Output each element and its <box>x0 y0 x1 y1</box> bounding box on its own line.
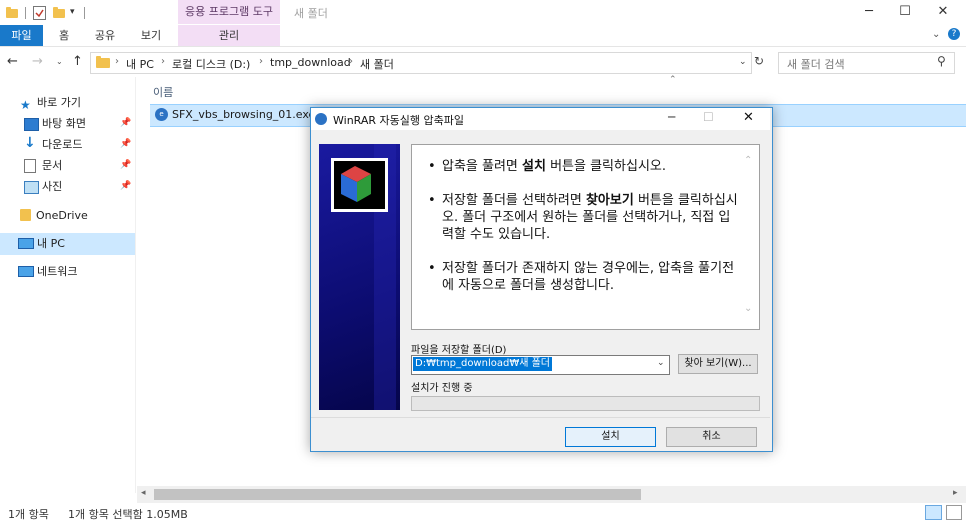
dialog-minimize-button[interactable]: ─ <box>668 110 675 124</box>
search-icon[interactable]: ⚲ <box>937 54 946 68</box>
nav-quick-access[interactable]: ★ 바로 가기 <box>0 92 135 113</box>
address-dropdown-icon[interactable]: ⌄ <box>739 57 747 67</box>
window-title: 새 폴더 <box>294 7 328 20</box>
destination-folder-label: 파일을 저장할 폴더(D) <box>411 345 507 356</box>
instruction-1: 압축을 풀려면 설치 버튼을 클릭하십시오. <box>428 158 742 175</box>
exe-file-icon: e <box>155 108 168 121</box>
toolbar-divider <box>84 7 85 19</box>
folder-icon <box>6 7 18 18</box>
up-arrow-icon[interactable]: ↑ <box>72 54 83 69</box>
progress-label: 설치가 진행 중 <box>411 383 473 394</box>
text-scroll-down-icon[interactable]: ⌄ <box>744 303 752 314</box>
address-folder-icon <box>96 56 110 68</box>
browse-button[interactable]: 찾아 보기(W)... <box>678 354 758 374</box>
install-button[interactable]: 설치 <box>565 427 656 447</box>
tab-home[interactable]: 홈 <box>50 25 78 46</box>
dialog-banner <box>319 144 400 410</box>
pictures-icon <box>24 181 39 194</box>
breadcrumb-this-pc[interactable]: 내 PC <box>126 56 154 72</box>
network-icon <box>18 266 34 277</box>
file-name: SFX_vbs_browsing_01.exe <box>172 108 316 121</box>
star-icon: ★ <box>20 98 31 112</box>
pin-icon[interactable]: 📌 <box>120 134 131 155</box>
properties-icon[interactable] <box>33 6 46 20</box>
instruction-3: 저장할 폴더가 존재하지 않는 경우에는, 압축을 풀기전에 자동으로 폴더를 … <box>428 260 742 294</box>
destination-folder-value: D:₩tmp_download₩새 폴더 <box>413 357 552 371</box>
search-placeholder: 새 폴더 검색 <box>787 58 845 71</box>
nav-item-desktop[interactable]: 바탕 화면 📌 <box>0 113 135 134</box>
breadcrumb-separator: › <box>161 56 165 67</box>
scrollbar-thumb[interactable] <box>154 489 641 500</box>
dialog-divider <box>311 417 770 418</box>
dialog-title: WinRAR 자동실행 압축파일 <box>333 114 464 127</box>
scroll-left-icon[interactable]: ◂ <box>141 488 146 498</box>
breadcrumb-new-folder[interactable]: 새 폴더 <box>360 56 394 72</box>
computer-icon <box>18 238 34 249</box>
nav-item-documents[interactable]: 문서 📌 <box>0 155 135 176</box>
nav-item-network[interactable]: 네트워크 <box>0 261 135 282</box>
sort-ascending-icon[interactable]: ⌃ <box>669 75 677 85</box>
breadcrumb-separator: › <box>349 56 353 67</box>
breadcrumb-local-disk[interactable]: 로컬 디스크 (D:) <box>172 56 250 72</box>
pin-icon[interactable]: 📌 <box>120 176 131 197</box>
pin-icon[interactable]: 📌 <box>120 113 131 134</box>
tab-view[interactable]: 보기 <box>132 25 170 46</box>
search-input[interactable]: 새 폴더 검색 ⚲ <box>778 52 955 74</box>
nav-item-downloads[interactable]: ↓ 다운로드 📌 <box>0 134 135 155</box>
toolbar-divider <box>25 7 26 19</box>
nav-item-this-pc[interactable]: 내 PC <box>0 233 135 255</box>
documents-icon <box>24 159 36 173</box>
context-tab-group: 응용 프로그램 도구 <box>178 0 280 24</box>
onedrive-folder-icon <box>20 209 31 221</box>
pin-icon[interactable]: 📌 <box>120 155 131 176</box>
destination-dropdown-icon[interactable]: ⌄ <box>657 358 665 368</box>
instruction-2: 저장할 폴더를 선택하려면 찾아보기 버튼을 클릭하십시오. 폴더 구조에서 원… <box>428 192 742 243</box>
recent-locations-icon[interactable]: ⌄ <box>56 57 63 66</box>
status-selection: 1개 항목 선택함 1.05MB <box>68 508 188 521</box>
cancel-button[interactable]: 취소 <box>666 427 757 447</box>
tab-manage[interactable]: 관리 <box>178 25 280 46</box>
nav-item-onedrive[interactable]: OneDrive <box>0 205 135 226</box>
new-folder-icon[interactable] <box>53 7 65 18</box>
text-scroll-up-icon[interactable]: ⌃ <box>744 155 752 166</box>
dialog-maximize-button[interactable]: ☐ <box>703 110 714 124</box>
dialog-close-button[interactable]: ✕ <box>743 110 754 125</box>
status-item-count: 1개 항목 <box>8 508 49 521</box>
breadcrumb-separator: › <box>115 56 119 67</box>
quick-access-dropdown-icon[interactable]: ▾ <box>70 7 75 17</box>
title-bar <box>0 0 966 25</box>
tab-share[interactable]: 공유 <box>88 25 122 46</box>
nav-item-pictures[interactable]: 사진 📌 <box>0 176 135 197</box>
winrar-app-icon <box>315 113 327 125</box>
breadcrumb-tmp-download[interactable]: tmp_download <box>270 56 351 69</box>
tab-file[interactable]: 파일 <box>0 25 43 46</box>
details-view-icon[interactable] <box>925 505 942 520</box>
column-header-name[interactable]: 이름 <box>153 84 173 100</box>
close-button[interactable]: ✕ <box>920 0 966 25</box>
instructions-panel: 압축을 풀려면 설치 버튼을 클릭하십시오. 저장할 폴더를 선택하려면 찾아보… <box>411 144 760 330</box>
forward-arrow-icon[interactable]: → <box>32 54 43 69</box>
scroll-right-icon[interactable]: ▸ <box>953 488 958 498</box>
large-icons-view-icon[interactable] <box>946 505 962 520</box>
download-icon: ↓ <box>24 135 36 151</box>
breadcrumb-separator: › <box>259 56 263 67</box>
refresh-icon[interactable]: ↻ <box>754 54 767 70</box>
ribbon-expand-icon[interactable]: ⌄ <box>932 29 940 40</box>
install-progress-bar <box>411 396 760 411</box>
desktop-icon <box>24 118 39 131</box>
help-icon[interactable]: ? <box>948 28 960 40</box>
back-arrow-icon[interactable]: ← <box>7 54 18 69</box>
